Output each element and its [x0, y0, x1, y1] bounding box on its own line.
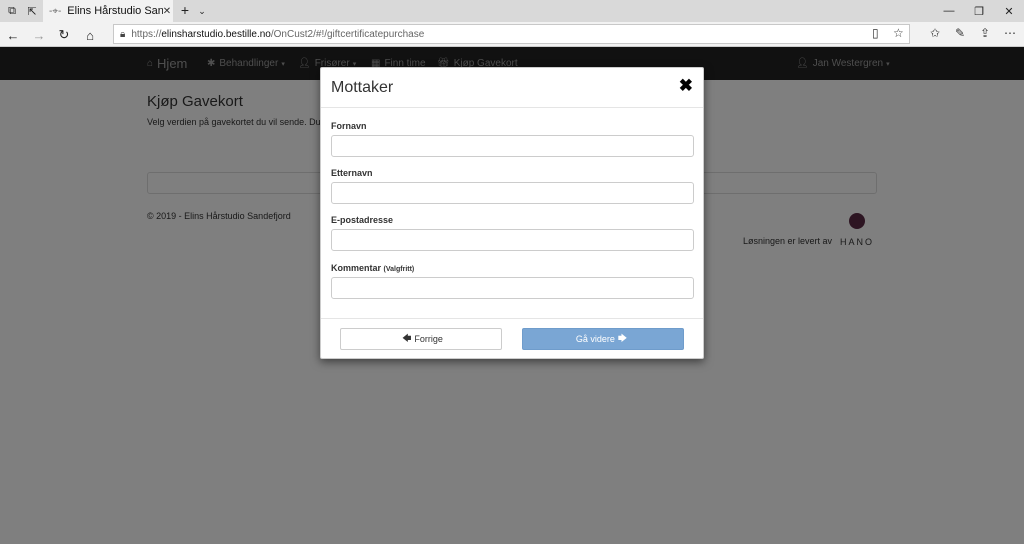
comment-label-text: Kommentar — [331, 263, 382, 273]
minimize-icon[interactable]: — — [934, 0, 964, 22]
url-path: /OnCust2/#!/giftcertificatepurchase — [270, 28, 425, 40]
url-field[interactable]: 🔒︎ https://elinsharstudio.bestille.no/On… — [113, 24, 910, 44]
comment-label: Kommentar (Valgfritt) — [331, 263, 414, 273]
home-icon[interactable]: ⌂ — [81, 26, 99, 44]
continue-button[interactable]: Gå videre 🡆 — [522, 328, 684, 350]
previous-button-label: Forrige — [414, 334, 443, 344]
tab-actions-icon[interactable]: ⧉ — [4, 3, 20, 19]
first-name-label: Fornavn — [331, 121, 367, 131]
browser-tab[interactable]: -⌖- Elins Hårstudio Sandefjo — [43, 0, 173, 22]
comment-optional-hint: (Valgfritt) — [383, 266, 415, 273]
url-host: elinsharstudio.bestille.no — [161, 28, 271, 40]
favorites-hub-icon[interactable]: ✩ — [930, 26, 940, 40]
browser-address-bar: ← → ↻ ⌂ 🔒︎ https://elinsharstudio.bestil… — [0, 22, 1024, 47]
forward-icon[interactable]: → — [30, 26, 48, 44]
modal-header: Mottaker ✖ — [321, 68, 703, 108]
url-scheme: https:// — [131, 28, 162, 40]
email-label: E-postadresse — [331, 215, 394, 225]
last-name-label: Etternavn — [331, 168, 373, 178]
tab-list-chevron-icon[interactable]: ⌄ — [194, 3, 210, 19]
close-icon[interactable]: ✖ — [679, 77, 693, 95]
comment-field[interactable] — [331, 277, 694, 299]
set-aside-tabs-icon[interactable]: ⇱ — [24, 3, 40, 19]
recipient-modal: Mottaker ✖ Fornavn Etternavn E-postadres… — [320, 67, 704, 359]
lock-icon: 🔒︎ — [120, 28, 126, 40]
modal-title: Mottaker — [331, 79, 394, 96]
last-name-field[interactable] — [331, 182, 694, 204]
arrow-right-icon: 🡆 — [617, 333, 628, 343]
share-icon[interactable]: ⇪ — [980, 26, 990, 40]
refresh-icon[interactable]: ↻ — [55, 26, 73, 44]
arrow-left-icon: 🡄 — [402, 333, 412, 343]
favorite-star-icon[interactable]: ☆ — [893, 26, 904, 40]
close-tab-icon[interactable]: ✕ — [160, 3, 174, 19]
site-favicon-icon: -⌖- — [49, 5, 62, 17]
restore-icon[interactable]: ❐ — [964, 0, 994, 22]
modal-footer: 🡄 Forrige Gå videre 🡆 — [321, 318, 703, 358]
new-tab-icon[interactable]: + — [177, 2, 193, 18]
more-menu-icon[interactable]: ⋯ — [1004, 26, 1016, 40]
previous-button[interactable]: 🡄 Forrige — [340, 328, 502, 350]
page: ⌂ Hjem ✱ Behandlinger ▾ 👤︎ Frisører ▾ ▦ … — [0, 47, 1024, 544]
tab-title: Elins Hårstudio Sandefjo — [67, 5, 164, 17]
back-icon[interactable]: ← — [4, 26, 22, 44]
web-note-icon[interactable]: ✎ — [955, 26, 965, 40]
first-name-field[interactable] — [331, 135, 694, 157]
reading-view-icon[interactable]: ▯ — [872, 26, 879, 40]
continue-button-label: Gå videre — [575, 334, 615, 344]
browser-tab-bar: ⧉ ⇱ -⌖- Elins Hårstudio Sandefjo ✕ + ⌄ —… — [0, 0, 1024, 22]
close-window-icon[interactable]: ✕ — [994, 0, 1024, 22]
email-field[interactable] — [331, 229, 694, 251]
